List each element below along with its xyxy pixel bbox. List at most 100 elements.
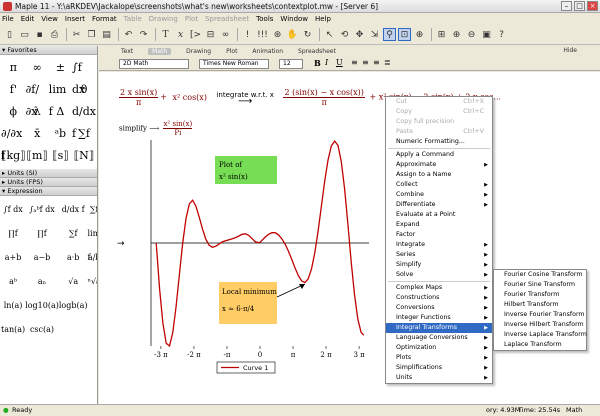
context-menu-item[interactable]: Differentiate: [386, 200, 492, 210]
maximize-button[interactable]: □: [574, 1, 585, 11]
context-menu-item[interactable]: Approximate: [386, 160, 492, 170]
palette-symbol[interactable]: ⟦kg⟧: [1, 145, 26, 167]
zoom-out-icon[interactable]: ⊖: [465, 28, 478, 41]
italic-button[interactable]: I: [325, 58, 328, 67]
plot-canvas[interactable]: -3 π -2 π -π 0 π 2 π 3 π Plot of x² sin(x) Local …: [99, 134, 399, 374]
submenu-item[interactable]: Inverse Fourier Transform: [494, 310, 586, 320]
context-menu-item[interactable]: Plots: [386, 353, 492, 363]
style-select[interactable]: 2D Math: [119, 59, 189, 69]
stop-icon[interactable]: ✋: [286, 28, 299, 41]
copy-icon[interactable]: ❐: [85, 28, 98, 41]
pan-tool-icon[interactable]: ✥: [353, 28, 366, 41]
palette-symbol[interactable]: ln(a): [4, 294, 23, 318]
palette-symbol[interactable]: ⟦N⟧: [74, 145, 95, 167]
palette-header-units-si[interactable]: ▸ Units (SI): [0, 169, 97, 178]
context-menu-item[interactable]: Evaluate at a Point: [386, 210, 492, 220]
palette-symbol[interactable]: θ: [81, 79, 88, 101]
menu-edit[interactable]: Edit: [21, 15, 35, 23]
tab-text[interactable]: Text: [121, 48, 133, 55]
context-menu-item[interactable]: Complex Maps: [386, 283, 492, 293]
context-menu-item[interactable]: Integrate: [386, 240, 492, 250]
submenu-item[interactable]: Fourier Cosine Transform: [494, 270, 586, 280]
zoom-box-icon[interactable]: ⊡: [398, 28, 411, 41]
palette-symbol[interactable]: a+b: [5, 246, 22, 270]
palette-symbol[interactable]: ∂/∂x f: [1, 123, 26, 162]
palette-symbol[interactable]: ᵃb: [55, 123, 66, 145]
new-document-icon[interactable]: ▯: [3, 28, 16, 41]
palette-symbol[interactable]: csc(a): [30, 318, 54, 342]
close-button[interactable]: ×: [587, 1, 598, 11]
undo-icon[interactable]: ↶: [122, 28, 135, 41]
palette-symbol[interactable]: ⁿ√a: [87, 270, 97, 294]
palette-symbol[interactable]: ±: [56, 57, 65, 79]
palette-symbol[interactable]: aᵇ: [9, 270, 17, 294]
palette-symbol[interactable]: √a: [68, 270, 78, 294]
palette-symbol[interactable]: a−b: [34, 246, 51, 270]
annotation-plot-of[interactable]: Plot of x² sin(x): [215, 156, 277, 184]
menu-file[interactable]: File: [2, 15, 14, 23]
palette-symbol[interactable]: ∫f dx: [3, 198, 22, 222]
palette-symbol[interactable]: tan(a): [1, 318, 25, 342]
tab-animation[interactable]: Animation: [252, 48, 283, 55]
context-menu-item[interactable]: Solve: [386, 270, 492, 280]
menu-view[interactable]: View: [41, 15, 58, 23]
context-menu-item[interactable]: Numeric Formatting...: [386, 137, 492, 147]
palette-symbol[interactable]: ∏f: [8, 222, 17, 246]
context-menu-item[interactable]: Simplifications: [386, 363, 492, 373]
annotation-local-minimum[interactable]: Local minimum x ≈ 6·π/4: [219, 282, 277, 324]
palette-symbol[interactable]: ⟦m⟧: [27, 145, 48, 167]
context-menu-item[interactable]: Paste Ctrl+V: [386, 127, 492, 137]
palette-symbol[interactable]: ∞: [33, 57, 42, 79]
palette-symbol[interactable]: f': [10, 79, 17, 101]
context-menu-item[interactable]: Factor: [386, 230, 492, 240]
palette-symbol[interactable]: log10(a): [25, 294, 59, 318]
restart-icon[interactable]: ↻: [301, 28, 314, 41]
context-menu-item[interactable]: Language Conversions: [386, 333, 492, 343]
menu-table[interactable]: Table: [124, 15, 142, 23]
minimize-button[interactable]: –: [561, 1, 572, 11]
context-menu-item[interactable]: Assign to a Name: [386, 170, 492, 180]
palette-symbol[interactable]: ∑f: [90, 198, 97, 222]
palette-symbol[interactable]: a/b: [88, 246, 97, 270]
point-probe-icon[interactable]: ⊕: [413, 28, 426, 41]
palette-header-expression[interactable]: ▾ Expression: [0, 187, 97, 196]
submenu-item[interactable]: Hilbert Transform: [494, 300, 586, 310]
math-mode-icon[interactable]: x: [174, 28, 187, 41]
palette-symbol[interactable]: lim f: [49, 79, 72, 118]
palette-symbol[interactable]: a·b: [67, 246, 79, 270]
rotate-tool-icon[interactable]: ⟲: [338, 28, 351, 41]
menu-insert[interactable]: Insert: [65, 15, 85, 23]
align-center-icon[interactable]: ≡: [362, 58, 369, 67]
menu-tools[interactable]: Tools: [256, 15, 273, 23]
scale-tool-icon[interactable]: ⇲: [368, 28, 381, 41]
text-mode-icon[interactable]: T: [159, 28, 172, 41]
zoom-fit-icon[interactable]: ⊞: [435, 28, 448, 41]
tab-spreadsheet[interactable]: Spreadsheet: [298, 48, 336, 55]
save-icon[interactable]: ▪: [33, 28, 46, 41]
palette-symbol[interactable]: λ: [34, 101, 41, 123]
context-menu-item[interactable]: Series: [386, 250, 492, 260]
paste-icon[interactable]: ▤: [100, 28, 113, 41]
bold-button[interactable]: B: [314, 58, 321, 68]
context-menu-item[interactable]: Optimization: [386, 343, 492, 353]
redo-icon[interactable]: ↷: [137, 28, 150, 41]
submenu-item[interactable]: Inverse Laplace Transform: [494, 330, 587, 340]
palette-symbol[interactable]: logb(a): [59, 294, 88, 318]
context-menu-item[interactable]: Conversions: [386, 303, 492, 313]
font-select[interactable]: Times New Roman: [199, 59, 269, 69]
palette-symbol[interactable]: aₙ: [38, 270, 46, 294]
cut-icon[interactable]: ✂: [70, 28, 83, 41]
worksheet[interactable]: 2 x sin(x) π + x² cos(x) integrate w.r.t. …: [99, 72, 600, 404]
context-menu-item[interactable]: Copy Ctrl+C: [386, 107, 492, 117]
context-menu-item[interactable]: Combine: [386, 190, 492, 200]
underline-button[interactable]: U: [336, 58, 343, 67]
context-menu-item[interactable]: Copy full precision: [386, 117, 492, 127]
palette-symbol[interactable]: ∫ₐᵇf dx: [29, 198, 55, 222]
submenu-item[interactable]: Laplace Transform: [494, 340, 586, 350]
size-select[interactable]: 12: [279, 59, 303, 69]
hide-context-button[interactable]: Hide: [563, 47, 577, 54]
title-bar[interactable]: Maple 11 - Y:\aRKDEV\Jackalope\screensho…: [0, 0, 600, 13]
tab-drawing[interactable]: Drawing: [186, 48, 211, 55]
context-menu-item[interactable]: Constructions: [386, 293, 492, 303]
palette-symbol[interactable]: π: [10, 57, 17, 79]
